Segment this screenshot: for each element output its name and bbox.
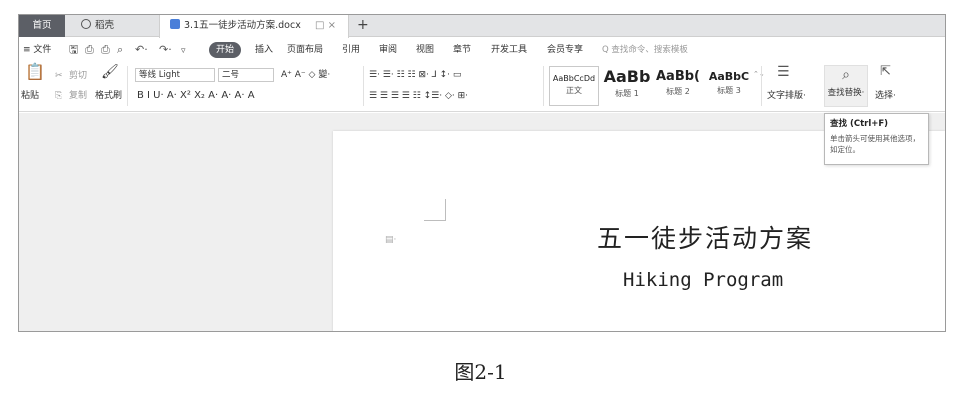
quick-access-more-icon[interactable]: ▿: [181, 44, 186, 58]
menu-member[interactable]: 会员专享: [547, 43, 583, 57]
menu-file[interactable]: ≡ 文件: [23, 43, 51, 57]
font-tools-row-1[interactable]: A⁺ A⁻ ◇ 變·: [281, 69, 330, 81]
wps-writer-window: 首页 稻壳 3.1五一徒步活动方案.docx □ × + ≡ 文件 🖫 ⎙ ⎙ …: [18, 14, 946, 332]
document-subtitle[interactable]: Hiking Program: [623, 269, 783, 291]
tab-close-icon[interactable]: □ ×: [315, 15, 336, 37]
menu-developer[interactable]: 开发工具: [491, 43, 527, 57]
divider: [127, 66, 128, 106]
font-tools-row-2[interactable]: B I U· A· X² X₂ A· A· A· A: [137, 90, 255, 102]
font-size-select[interactable]: 二号: [218, 68, 274, 82]
tab-document-label: 3.1五一徒步活动方案.docx: [184, 20, 301, 31]
print-icon[interactable]: ⎙: [101, 43, 110, 57]
word-document-icon: [170, 19, 180, 29]
find-tooltip: 查找 (Ctrl+F) 单击箭头可使用其他选项，如定位。: [824, 113, 929, 165]
figure-caption: 图2-1: [454, 360, 507, 384]
print-preview-icon[interactable]: ⌕: [117, 43, 123, 57]
command-search-input[interactable]: Q 查找命令、搜索模板: [602, 43, 688, 57]
menu-page-layout[interactable]: 页面布局: [287, 43, 323, 57]
style-sample: AaBb: [603, 67, 651, 86]
style-gallery-more-icon[interactable]: ⌃⌄: [753, 68, 765, 80]
find-replace-label: 查找替换·: [827, 88, 865, 98]
style-heading-2[interactable]: AaBb( 标题 2: [653, 66, 703, 106]
style-name: 标题 1: [615, 89, 639, 98]
tooltip-description: 单击箭头可使用其他选项，如定位。: [830, 134, 920, 154]
style-heading-3[interactable]: AaBbC 标题 3: [705, 66, 753, 106]
page-margin-mark: [424, 199, 446, 221]
find-replace-button[interactable]: ⌕ 查找替换·: [824, 65, 868, 107]
style-normal[interactable]: AaBbCcDd 正文: [549, 66, 599, 106]
menu-review[interactable]: 审阅: [379, 43, 397, 57]
cut-icon[interactable]: ✂: [55, 70, 63, 82]
cut-button[interactable]: 剪切: [69, 70, 87, 82]
menu-view[interactable]: 视图: [416, 43, 434, 57]
menu-start-tab[interactable]: 开始: [209, 42, 241, 58]
tab-shell-label: 稻壳: [95, 20, 115, 31]
new-tab-button[interactable]: +: [357, 15, 369, 36]
style-gallery: AaBbCcDd 正文 AaBb 标题 1 AaBb( 标题 2 AaBbC 标…: [549, 66, 765, 106]
paste-icon[interactable]: 📋: [25, 64, 45, 80]
paragraph-layout-icon[interactable]: ▤·: [385, 235, 396, 245]
save-icon[interactable]: 🖫: [69, 43, 78, 57]
text-layout-icon[interactable]: ☰: [777, 65, 790, 79]
style-heading-1[interactable]: AaBb 标题 1: [603, 66, 651, 106]
format-painter-button[interactable]: 格式刷: [95, 90, 122, 102]
document-workspace: ▤· 五一徒步活动方案 Hiking Program: [19, 113, 945, 331]
document-title[interactable]: 五一徒步活动方案: [597, 219, 813, 255]
menu-section[interactable]: 章节: [453, 43, 471, 57]
style-sample: AaBb(: [656, 69, 700, 84]
tab-bar: 首页 稻壳 3.1五一徒步活动方案.docx □ × +: [19, 15, 945, 38]
tab-home[interactable]: 首页: [19, 15, 65, 37]
redo-icon[interactable]: ↷·: [159, 43, 172, 57]
style-name: 正文: [566, 86, 582, 95]
style-name: 标题 3: [717, 86, 741, 95]
paragraph-tools-row-1[interactable]: ☰· ☰· ☷ ☷ ⊠· ⅃ ↕· ▭: [369, 69, 461, 81]
tab-shell[interactable]: 稻壳: [71, 15, 161, 37]
text-layout-button[interactable]: 文字排版·: [767, 90, 806, 102]
copy-icon[interactable]: ⎘: [55, 90, 62, 102]
divider: [543, 66, 544, 106]
format-painter-icon[interactable]: 🖌: [101, 65, 119, 79]
style-sample: AaBbC: [708, 70, 750, 83]
copy-button[interactable]: 复制: [69, 90, 87, 102]
output-icon[interactable]: ⎙: [85, 43, 94, 57]
menu-bar: ≡ 文件 🖫 ⎙ ⎙ ⌕ ↶· ↷· ▿ 开始 插入 页面布局 引用 审阅 视图…: [19, 38, 945, 62]
select-button[interactable]: 选择·: [875, 90, 896, 102]
font-name-select[interactable]: 等线 Light: [135, 68, 215, 82]
menu-insert[interactable]: 插入: [255, 43, 273, 57]
divider: [761, 66, 762, 106]
paragraph-tools-row-2[interactable]: ☰ ☰ ☰ ☰ ☷ ↕☰· ◇· ⊞·: [369, 90, 468, 102]
paste-button[interactable]: 粘贴: [21, 90, 39, 102]
select-cursor-icon[interactable]: ⇱: [880, 65, 891, 78]
divider: [363, 66, 364, 106]
menu-references[interactable]: 引用: [342, 43, 360, 57]
tooltip-title: 查找 (Ctrl+F): [830, 119, 889, 129]
ribbon-toolbar: 📋 粘贴 ✂ 剪切 ⎘ 复制 🖌 格式刷 等线 Light 二号 A⁺ A⁻ ◇…: [19, 62, 945, 112]
find-icon: ⌕: [842, 67, 850, 83]
undo-icon[interactable]: ↶·: [135, 43, 148, 57]
shell-icon: [81, 19, 91, 29]
style-sample: AaBbCcDd: [552, 74, 596, 83]
style-name: 标题 2: [666, 87, 690, 96]
